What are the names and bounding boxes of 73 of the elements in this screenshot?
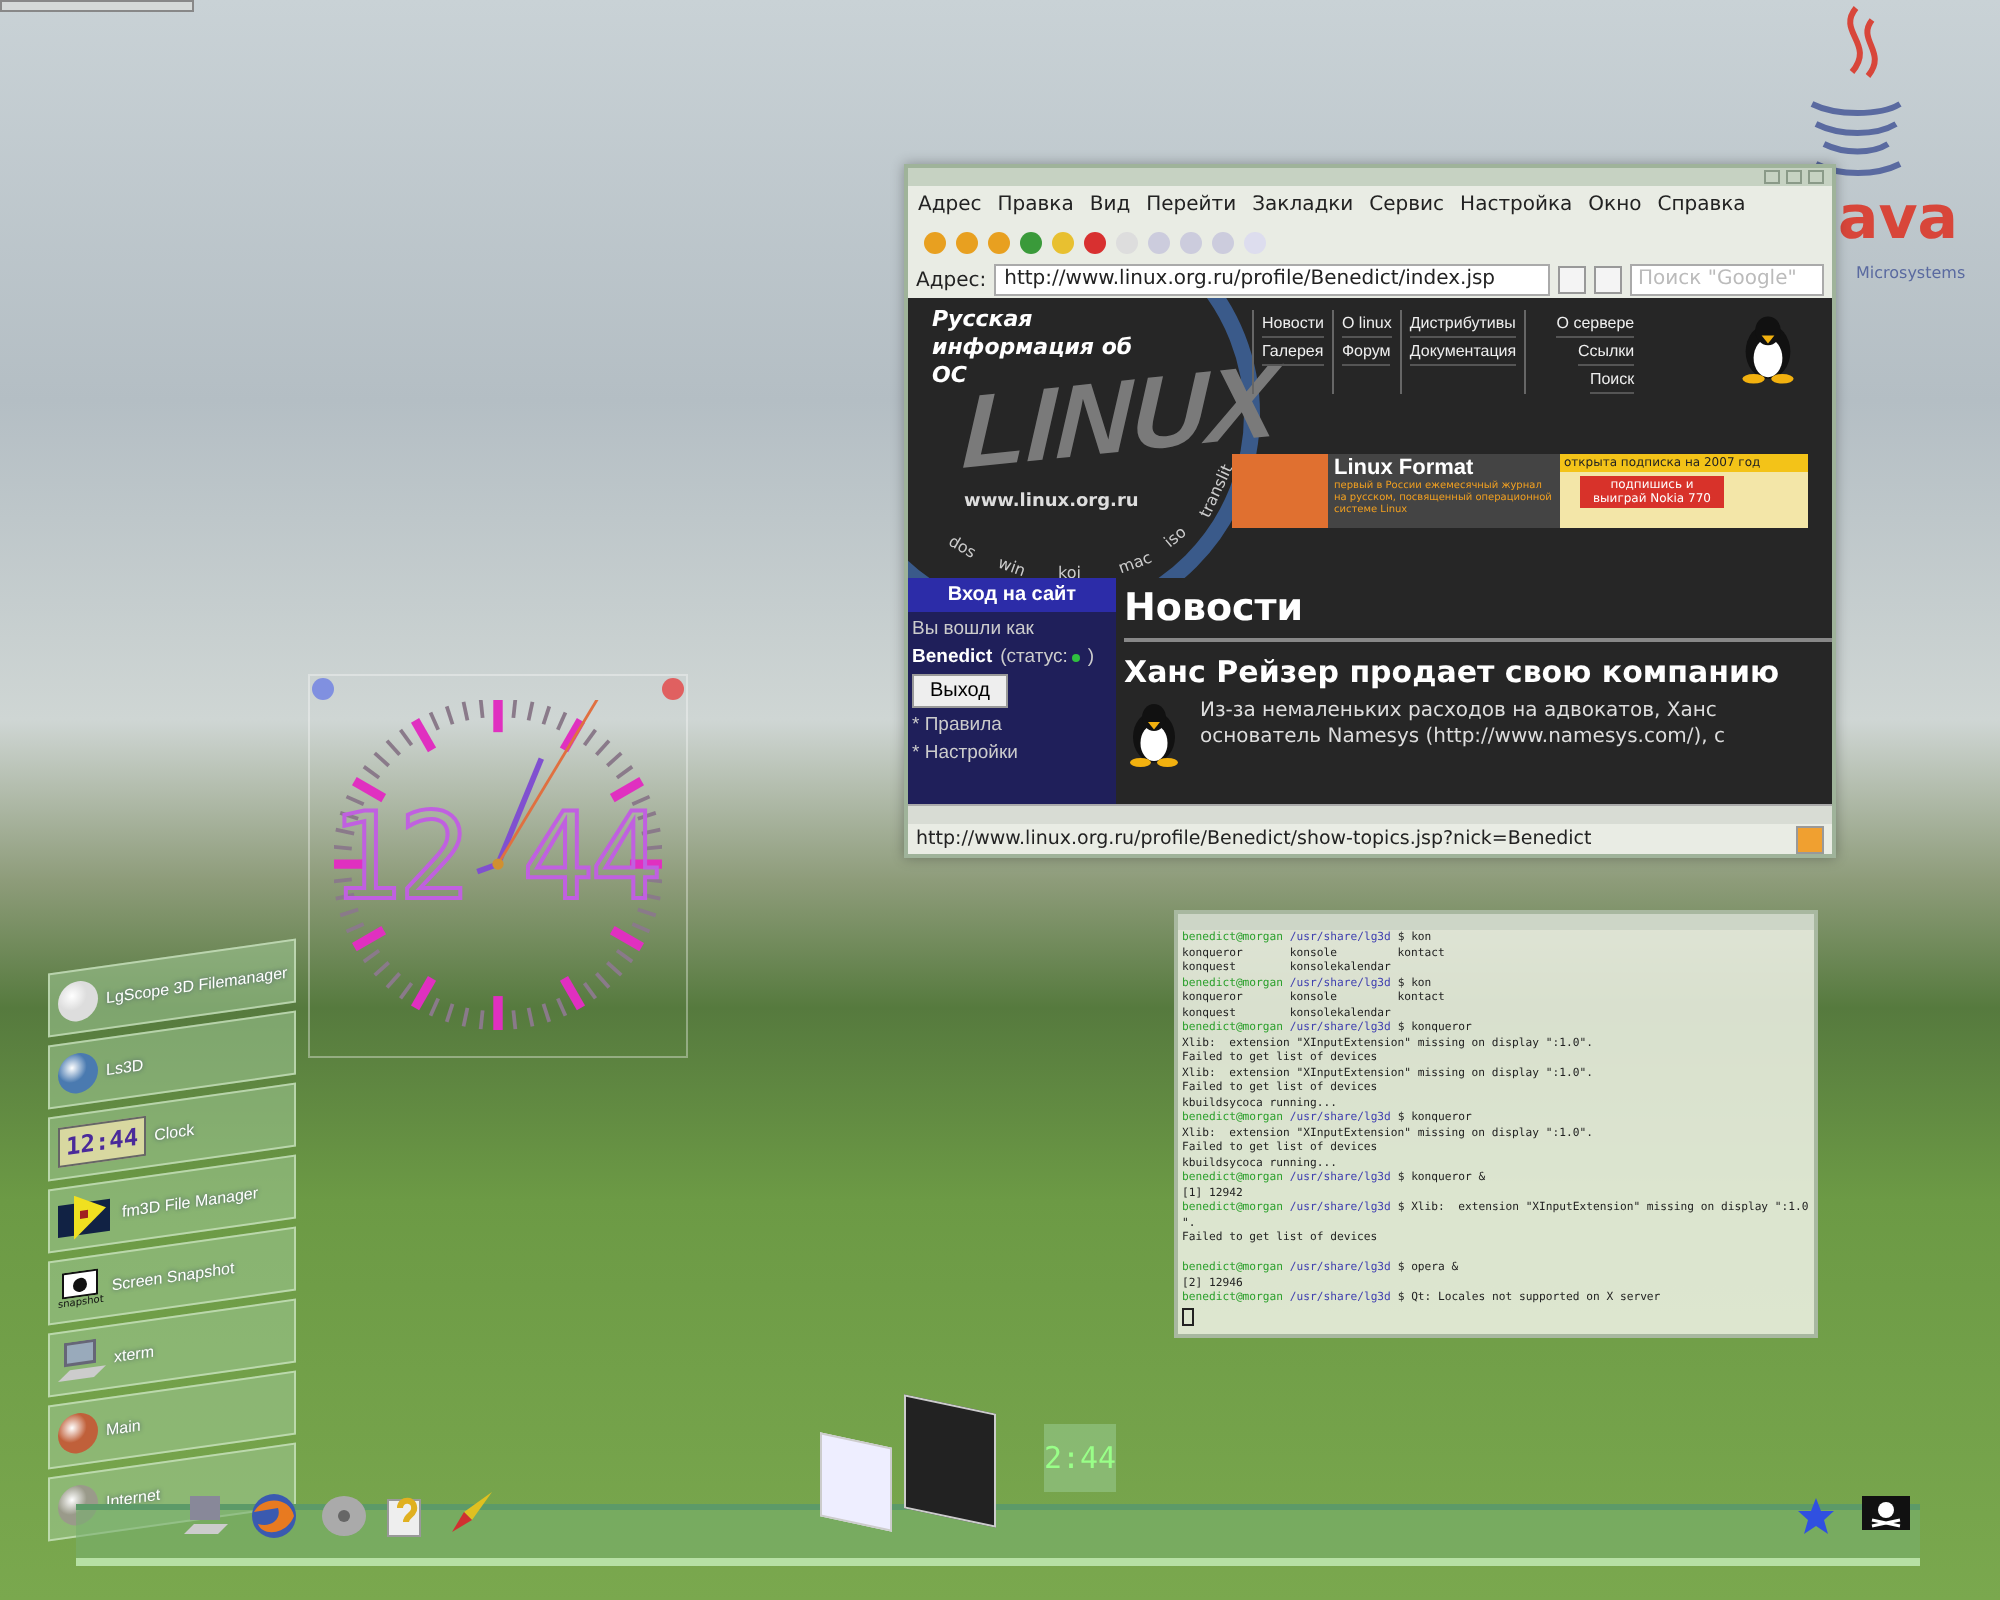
toolbar-icon[interactable]	[924, 231, 946, 253]
text-cursor	[1182, 1307, 1194, 1325]
dropdown-icon[interactable]	[1558, 266, 1586, 294]
login-title: Вход на сайт	[908, 578, 1116, 612]
nav-link[interactable]: Галерея	[1262, 338, 1324, 366]
nav-link[interactable]: Новости	[1262, 310, 1324, 338]
nav-link[interactable]: О сервере	[1556, 310, 1635, 338]
eye-icon	[58, 1050, 98, 1096]
disc-icon[interactable]	[320, 1494, 368, 1538]
menu-item[interactable]: Окно	[1588, 193, 1642, 215]
browser-window[interactable]	[904, 164, 1836, 858]
ring-word: win	[995, 553, 1028, 578]
menu-item[interactable]: Сервис	[1369, 193, 1445, 215]
toolbar-icon[interactable]	[1020, 231, 1042, 253]
signed-in-text: Вы вошли как	[910, 618, 1036, 640]
menu-item[interactable]: Настройка	[1460, 193, 1573, 215]
ring-word: dos	[945, 532, 979, 562]
toolbar-icon[interactable]	[988, 231, 1010, 253]
menu-item[interactable]: Перейти	[1146, 193, 1237, 215]
url-field[interactable]: http://www.linux.org.ru/profile/Benedict/index.jsp	[994, 264, 1550, 296]
launcher-item[interactable]: 12:44 Clock	[48, 1082, 296, 1182]
star-icon[interactable]	[1796, 1496, 1836, 1536]
sidebar-link[interactable]: * Настройки	[908, 742, 1116, 764]
feed-icon[interactable]	[1796, 825, 1824, 853]
penguin-icon	[1124, 698, 1184, 767]
clock-minutes: 44	[522, 788, 659, 928]
lcd-clock-icon: 12:44	[58, 1115, 147, 1168]
page-icon[interactable]	[1594, 266, 1622, 294]
toolbar-icon[interactable]	[1084, 231, 1106, 253]
logout-button[interactable]: Выход	[912, 674, 1008, 708]
handle-icon[interactable]	[662, 678, 684, 700]
article-text: Из-за немаленьких расходов на адвокатов, Ханс	[1200, 698, 1719, 724]
computer-icon[interactable]	[184, 1496, 228, 1536]
horizontal-scrollbar[interactable]	[908, 804, 1832, 824]
status-text: (статус:	[998, 646, 1068, 668]
article-title[interactable]: Ханс Рейзер продает свою компанию	[1124, 654, 1832, 690]
menu-item[interactable]: Закладки	[1252, 193, 1354, 215]
ring-word: koi	[1058, 564, 1081, 578]
nav-link[interactable]: О linux	[1341, 310, 1392, 338]
logo-wordmark: ava	[1838, 184, 1959, 254]
username: Benedict	[912, 646, 993, 668]
folder-icon	[58, 1190, 114, 1242]
camera-icon	[62, 1267, 99, 1299]
maximize-icon[interactable]	[1786, 170, 1802, 184]
computer-icon	[58, 1337, 106, 1384]
skull-flag-icon[interactable]	[1862, 1496, 1910, 1530]
nav-link[interactable]: Форум	[1341, 338, 1391, 366]
status-url: http://www.linux.org.ru/profile/Benedict/show-topics.jsp?nick=Benedict	[916, 828, 1592, 850]
nav-link[interactable]: Ссылки	[1577, 338, 1635, 366]
toolbar-icon[interactable]	[956, 231, 978, 253]
menu-item[interactable]: Адрес	[918, 193, 982, 215]
menu-item[interactable]: Правка	[997, 193, 1074, 215]
article-text: основатель Namesys (http://www.namesys.com/), с	[1200, 724, 1725, 750]
ring-word: iso	[1160, 522, 1190, 552]
minimize-icon[interactable]	[1764, 170, 1780, 184]
site-url: www.linux.org.ru	[964, 492, 1139, 512]
close-icon[interactable]	[1808, 170, 1824, 184]
globe-icon[interactable]	[250, 1492, 298, 1540]
terminal-window[interactable]	[1174, 910, 1818, 1338]
menu-item[interactable]: Справка	[1657, 193, 1746, 215]
ring-word: mac	[1115, 548, 1155, 578]
banner-title: Linux Format	[1334, 456, 1476, 480]
menu-item[interactable]: Вид	[1089, 193, 1131, 215]
news-heading: Новости	[1124, 578, 1832, 642]
status-text: )	[1085, 646, 1095, 668]
nav-link[interactable]: Дистрибутивы	[1409, 310, 1516, 338]
nav-link[interactable]: Поиск	[1589, 366, 1635, 394]
handle-icon[interactable]	[312, 678, 334, 700]
nav-link[interactable]: Документация	[1409, 338, 1517, 366]
logo-subtitle: Microsystems	[1856, 264, 1966, 282]
address-label: Адрес:	[916, 269, 987, 291]
sidebar-link[interactable]: * Правила	[908, 714, 1116, 736]
clock-hours: 12	[330, 788, 467, 928]
